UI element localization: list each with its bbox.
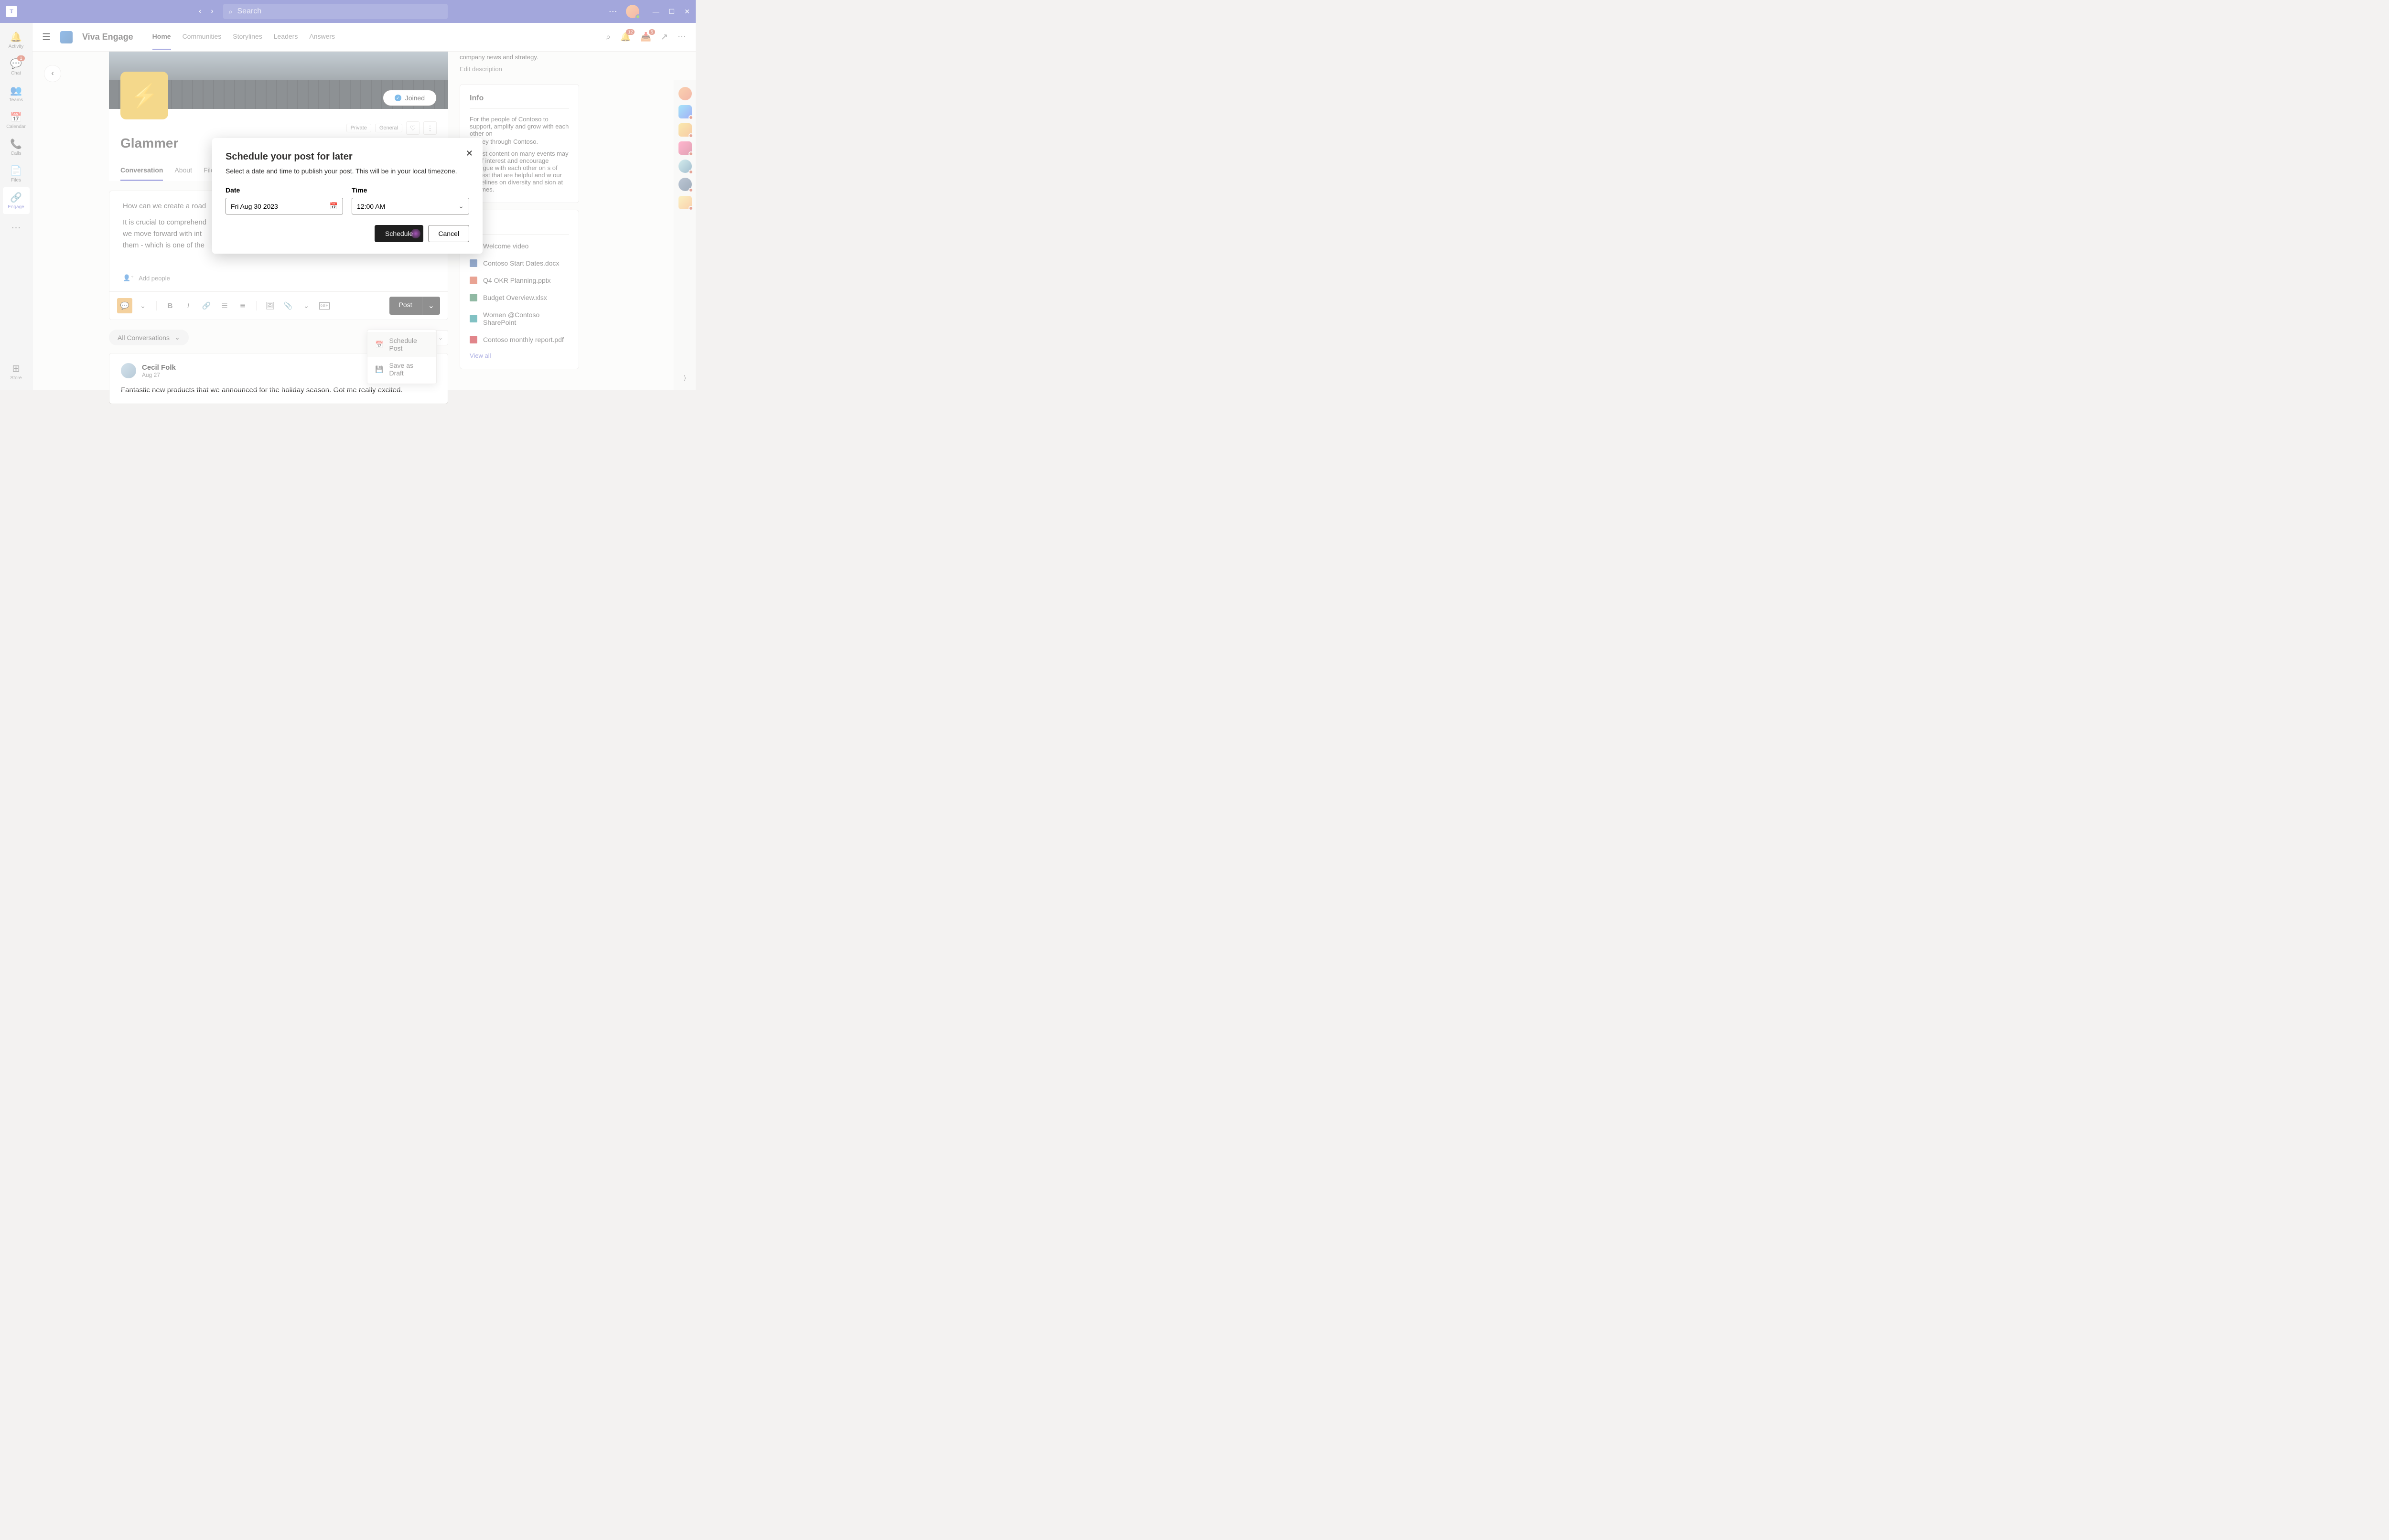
modal-description: Select a date and time to publish your p… [226,167,469,175]
time-label: Time [352,186,469,194]
date-label: Date [226,186,343,194]
time-value: 12:00 AM [357,203,385,210]
time-input[interactable]: 12:00 AM ⌄ [352,198,469,214]
schedule-button[interactable]: Schedule [375,225,423,242]
calendar-icon: 📅 [330,202,338,210]
close-icon: ✕ [466,149,473,158]
modal-title: Schedule your post for later [226,151,469,162]
date-input[interactable]: Fri Aug 30 2023 📅 [226,198,343,214]
schedule-button-label: Schedule [385,230,413,237]
chevron-down-icon: ⌄ [458,202,464,210]
date-value: Fri Aug 30 2023 [231,203,278,210]
schedule-modal: ✕ Schedule your post for later Select a … [212,138,483,254]
modal-close-button[interactable]: ✕ [466,149,473,159]
cancel-button[interactable]: Cancel [428,225,469,242]
